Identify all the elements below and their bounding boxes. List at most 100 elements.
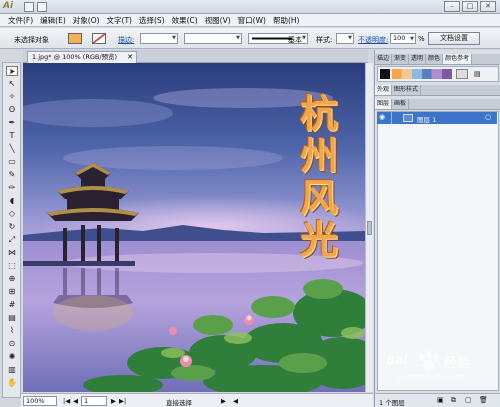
save-swatch-group-icon[interactable]: ▤ [474, 69, 484, 79]
selection-tool-icon[interactable]: ➤ [6, 66, 18, 76]
menu-type[interactable]: 文字(T) [107, 15, 132, 26]
menu-effect[interactable]: 效果(C) [172, 15, 198, 26]
watermark-brand: Bai [386, 353, 408, 367]
bridge-icon[interactable] [24, 2, 34, 12]
control-bar: 未选择对象 描边: 基本 样式: 不透明度: 100 % 文档设置 [0, 28, 500, 49]
baidu-watermark: Bai 经验 jingyan.baidu.com [382, 347, 500, 387]
document-settings-button[interactable]: 文档设置 [428, 32, 480, 45]
close-button[interactable]: ✕ [480, 1, 496, 12]
tools-panel: ➤ ↖ ✧ ʘ ✒ T ╲ ▭ ✎ ✏ ◖ ◇ ↻ ⤢ ⋈ ⬚ ⊕ ⊞ # ▤ … [2, 62, 21, 398]
target-circle-icon[interactable]: ○ [485, 113, 491, 121]
tab-graphic-styles[interactable]: 图形样式 [392, 85, 422, 95]
layers-footer: 1 个图层 ▣ ⧉ ▢ 🗑 [375, 393, 500, 407]
make-clipping-mask-icon[interactable]: ▣ [437, 396, 444, 404]
last-artboard-icon[interactable]: ▶| [119, 397, 126, 405]
harmony-rules-dropdown[interactable] [456, 69, 468, 79]
paintbrush-icon[interactable]: ✎ [6, 170, 18, 180]
maximize-button[interactable]: □ [462, 1, 478, 12]
rotate-tool-icon[interactable]: ↻ [6, 222, 18, 232]
pen-tool-icon[interactable]: ✒ [6, 118, 18, 128]
tab-color[interactable]: 颜色 [426, 54, 444, 64]
tab-color-guide[interactable]: 颜色参考 [443, 54, 473, 64]
title-bar: Ai – □ ✕ [0, 0, 500, 14]
blend-tool-icon[interactable]: ⊙ [6, 339, 18, 349]
stroke-label[interactable]: 描边: [118, 35, 134, 45]
graph-tool-icon[interactable]: ▥ [6, 365, 18, 375]
artboard-dropdown[interactable]: 1 [81, 396, 107, 406]
menu-select[interactable]: 选择(S) [139, 15, 165, 26]
shape-builder-icon[interactable]: ⊕ [6, 274, 18, 284]
harmony-swatches[interactable] [392, 69, 452, 79]
opacity-field[interactable]: 100 [390, 33, 416, 44]
artboard-canvas[interactable]: 杭 州 风 光 [23, 63, 365, 392]
fill-swatch[interactable] [68, 33, 82, 44]
tab-transparency[interactable]: 透明 [409, 54, 427, 64]
status-scroll-left-icon[interactable]: ◀ [233, 397, 238, 405]
line-tool-icon[interactable]: ╲ [6, 144, 18, 154]
selection-status: 未选择对象 [14, 36, 49, 44]
free-transform-icon[interactable]: ⬚ [6, 261, 18, 271]
layer-row[interactable]: ◉ 图层 1 ○ [377, 112, 497, 124]
current-tool-label: 直接选择 [166, 399, 192, 407]
menu-file[interactable]: 文件(F) [8, 15, 33, 26]
app-logo: Ai [3, 1, 14, 11]
next-artboard-icon[interactable]: ▶ [111, 397, 116, 405]
status-bar: 100% |◀ ◀ 1 ▶ ▶| 直接选择 ▶ ◀ [21, 393, 373, 407]
delete-layer-icon[interactable]: 🗑 [479, 396, 488, 404]
vertical-scrollbar[interactable] [365, 63, 373, 392]
symbol-sprayer-icon[interactable]: ✺ [6, 352, 18, 362]
tab-appearance[interactable]: 外观 [375, 85, 393, 95]
style-dropdown[interactable] [336, 33, 354, 44]
create-sublayer-icon[interactable]: ⧉ [451, 396, 456, 405]
document-tab-title: 1.jpg* @ 100% (RGB/预览) [32, 53, 118, 61]
eraser-icon[interactable]: ◇ [6, 209, 18, 219]
window-controls: – □ ✕ [444, 1, 496, 12]
artwork-title[interactable]: 杭 州 风 光 [291, 93, 347, 261]
new-layer-icon[interactable]: ▢ [465, 396, 472, 404]
document-tab-bar: 1.jpg* @ 100% (RGB/预览) ✕ [23, 50, 368, 63]
visibility-eye-icon[interactable]: ◉ [379, 113, 385, 121]
stroke-weight-dropdown[interactable] [140, 33, 178, 44]
minimize-button[interactable]: – [444, 1, 460, 12]
eyedropper-icon[interactable]: ⌇ [6, 326, 18, 336]
scrollbar-thumb[interactable] [367, 221, 372, 235]
layer-count: 1 个图层 [379, 399, 405, 407]
arrange-documents-icon[interactable] [37, 2, 47, 12]
style-label: 样式: [316, 36, 333, 44]
previous-artboard-icon[interactable]: ◀ [73, 397, 78, 405]
direct-selection-tool-icon[interactable]: ↖ [6, 79, 18, 89]
close-icon[interactable]: ✕ [127, 52, 133, 63]
menu-view[interactable]: 视图(V) [205, 15, 231, 26]
gradient-tool-icon[interactable]: ▤ [6, 313, 18, 323]
opacity-label[interactable]: 不透明度: [358, 35, 388, 45]
tab-artboards[interactable]: 画板 [392, 99, 410, 109]
tab-layers[interactable]: 图层 [375, 99, 393, 109]
menu-object[interactable]: 对象(O) [73, 15, 100, 26]
menu-window[interactable]: 窗口(W) [238, 15, 266, 26]
tab-stroke[interactable]: 描边 [375, 54, 393, 64]
magic-wand-icon[interactable]: ✧ [6, 92, 18, 102]
menu-help[interactable]: 帮助(H) [273, 15, 300, 26]
scale-tool-icon[interactable]: ⤢ [6, 235, 18, 245]
base-color-swatch[interactable] [380, 69, 390, 79]
rectangle-tool-icon[interactable]: ▭ [6, 157, 18, 167]
blob-brush-icon[interactable]: ◖ [6, 196, 18, 206]
status-menu-arrow-icon[interactable]: ▶ [221, 397, 226, 405]
hand-tool-icon[interactable]: ✋ [6, 378, 18, 388]
tab-gradient[interactable]: 渐变 [392, 54, 410, 64]
lasso-icon[interactable]: ʘ [6, 105, 18, 115]
pencil-icon[interactable]: ✏ [6, 183, 18, 193]
variable-width-dropdown[interactable] [184, 33, 242, 44]
artwork-title-char: 风 [299, 176, 338, 220]
layer-name[interactable]: 图层 1 [417, 114, 436, 124]
artwork-title-char: 光 [299, 218, 338, 262]
stroke-swatch[interactable] [92, 33, 106, 44]
mesh-tool-icon[interactable]: # [6, 300, 18, 310]
menu-edit[interactable]: 编辑(E) [40, 15, 66, 26]
document-tab[interactable]: 1.jpg* @ 100% (RGB/预览) ✕ [27, 51, 137, 63]
zoom-dropdown[interactable]: 100% [23, 396, 57, 406]
perspective-grid-icon[interactable]: ⊞ [6, 287, 18, 297]
type-tool-icon[interactable]: T [6, 131, 18, 141]
first-artboard-icon[interactable]: |◀ [63, 397, 70, 405]
width-tool-icon[interactable]: ⋈ [6, 248, 18, 258]
